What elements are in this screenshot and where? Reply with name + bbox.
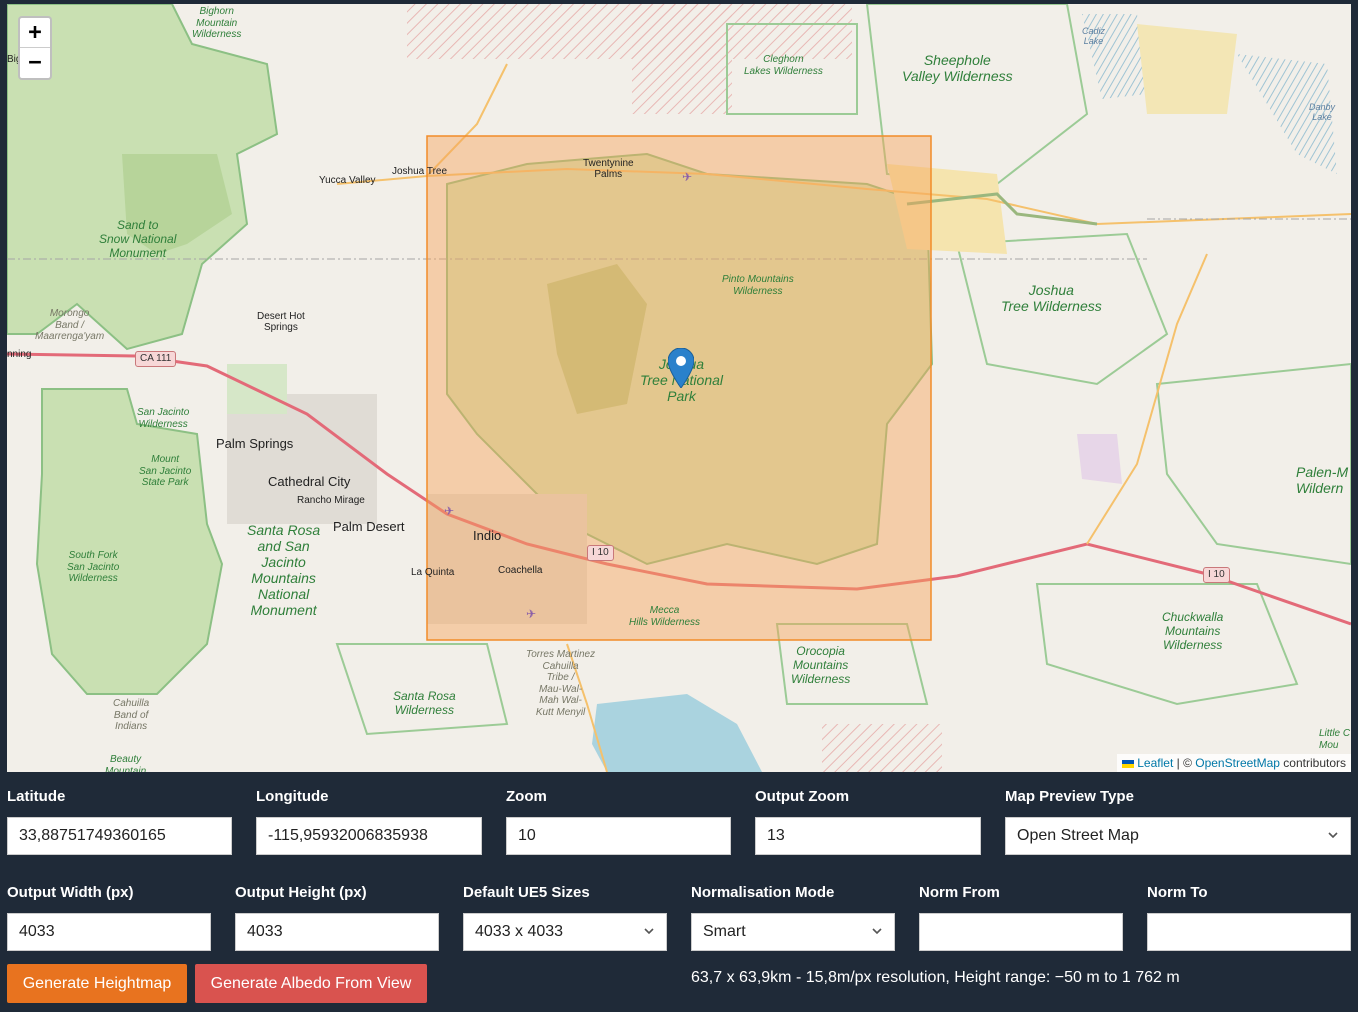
output-zoom-input[interactable]: 13 (755, 817, 981, 855)
map-label-santa-rosa-monument: Santa Rosa and San Jacinto Mountains Nationa… (247, 522, 321, 619)
map-label-indio: Indio (473, 528, 502, 543)
highway-shield-ca111: CA 111 (135, 351, 177, 367)
map-label-south-fork: South Fork San Jacinto Wilderness (67, 550, 120, 584)
zoom-input[interactable]: 10 (506, 817, 731, 855)
map-label-palm-springs: Palm Springs (216, 436, 294, 451)
output-width-input[interactable]: 4033 (7, 913, 211, 951)
map-label-cleghorn: Cleghorn Lakes Wilderness (744, 54, 823, 77)
map-preview-type-select[interactable]: Open Street Map (1005, 817, 1351, 855)
map-label-little: Little C Mou (1319, 728, 1351, 751)
map-view[interactable]: ✈ ✈ ✈ BighornMountainWilderness Big City… (7, 4, 1351, 772)
resolution-status: 63,7 x 63,9km - 15,8m/px resolution, Hei… (691, 969, 1180, 986)
highway-shield-i10-a: I 10 (587, 545, 614, 561)
map-label-banning: nning (7, 349, 32, 360)
location-marker-icon[interactable] (668, 348, 694, 388)
map-label-rancho-mirage: Rancho Mirage (297, 495, 365, 506)
normalisation-mode-select[interactable]: Smart (691, 913, 895, 951)
output-height-label: Output Height (px) (235, 884, 367, 901)
map-attribution: Leaflet | © OpenStreetMap contributors (1117, 754, 1351, 772)
map-label-bighorn: Bighorn Mountain Wilderness (192, 6, 242, 40)
map-label-cathedral-city: Cathedral City (268, 474, 351, 489)
map-label-joshua-tree: Joshua Tree (392, 166, 448, 177)
output-height-input[interactable]: 4033 (235, 913, 439, 951)
chevron-down-icon (1328, 832, 1338, 839)
longitude-label: Longitude (256, 788, 329, 805)
zoom-label: Zoom (506, 788, 547, 805)
map-label-palen: Palen-M Wildern (1296, 464, 1349, 497)
map-preview-type-value: Open Street Map (1017, 827, 1139, 844)
output-zoom-label: Output Zoom (755, 788, 850, 805)
map-label-sand-to-snow: Sand to Snow National Monument (99, 218, 177, 260)
map-label-mount-san-jacinto: Mount San Jacinto State Park (139, 454, 192, 488)
highway-shield-i10-b: I 10 (1203, 567, 1230, 583)
ue5-sizes-label: Default UE5 Sizes (463, 884, 590, 901)
generate-heightmap-button[interactable]: Generate Heightmap (7, 964, 187, 1003)
map-label-yucca-valley: Yucca Valley (319, 175, 376, 186)
leaflet-link[interactable]: Leaflet (1137, 756, 1173, 770)
latitude-input[interactable]: 33,88751749360165 (7, 817, 232, 855)
norm-from-label: Norm From (919, 884, 1000, 901)
zoom-out-button[interactable]: − (20, 48, 50, 78)
generate-albedo-button[interactable]: Generate Albedo From View (195, 964, 427, 1003)
map-label-cahuilla: Cahuilla Band of Indians (113, 698, 150, 732)
map-label-palm-desert: Palm Desert (333, 519, 405, 534)
attribution-separator: | © (1173, 756, 1196, 770)
map-label-sheephole: Sheephole Valley Wilderness (902, 52, 1013, 85)
svg-text:✈: ✈ (444, 504, 454, 518)
normalisation-mode-label: Normalisation Mode (691, 884, 835, 901)
zoom-in-button[interactable]: + (20, 18, 50, 48)
map-label-beauty-mountain: Beauty Mountain (105, 754, 147, 772)
ue5-sizes-select[interactable]: 4033 x 4033 (463, 913, 667, 951)
svg-text:✈: ✈ (526, 607, 536, 621)
map-label-san-jacinto-wilderness: San Jacinto Wilderness (137, 407, 190, 430)
map-label-orocopia: Orocopia Mountains Wilderness (791, 644, 851, 686)
ukraine-flag-icon (1122, 759, 1135, 768)
map-label-pinto: Pinto Mountains Wilderness (722, 274, 794, 297)
map-label-cadiz: Cadiz Lake (1082, 26, 1106, 47)
osm-link[interactable]: OpenStreetMap (1195, 756, 1280, 770)
map-label-desert-hot-springs: Desert Hot Springs (257, 311, 305, 333)
normalisation-mode-value: Smart (703, 923, 746, 940)
map-label-morongo: Morongo Band / Maarrenga'yam (35, 308, 105, 342)
norm-from-input[interactable] (919, 913, 1123, 951)
map-label-jt-wilderness: Joshua Tree Wilderness (1001, 282, 1102, 315)
attribution-contributors: contributors (1279, 756, 1346, 770)
svg-text:✈: ✈ (682, 170, 692, 184)
map-label-danby: Danby Lake (1309, 102, 1336, 123)
latitude-label: Latitude (7, 788, 66, 805)
chevron-down-icon (644, 928, 654, 935)
chevron-down-icon (872, 928, 882, 935)
map-label-santa-rosa-wilderness: Santa Rosa Wilderness (393, 689, 456, 717)
norm-to-label: Norm To (1147, 884, 1208, 901)
zoom-control: + − (18, 16, 52, 80)
map-label-mecca-hills: Mecca Hills Wilderness (629, 605, 701, 628)
output-width-label: Output Width (px) (7, 884, 134, 901)
longitude-input[interactable]: -115,95932006835938 (256, 817, 482, 855)
map-label-twentynine-palms: Twentynine Palms (583, 158, 634, 180)
ue5-sizes-value: 4033 x 4033 (475, 923, 564, 940)
map-label-chuckwalla: Chuckwalla Mountains Wilderness (1162, 610, 1224, 652)
map-label-la-quinta: La Quinta (411, 567, 455, 578)
norm-to-input[interactable] (1147, 913, 1351, 951)
map-label-torres-martinez: Torres Martinez Cahuilla Tribe / Mau-Wal- Ma… (526, 649, 596, 718)
map-label-coachella: Coachella (498, 565, 543, 576)
map-preview-type-label: Map Preview Type (1005, 788, 1134, 805)
